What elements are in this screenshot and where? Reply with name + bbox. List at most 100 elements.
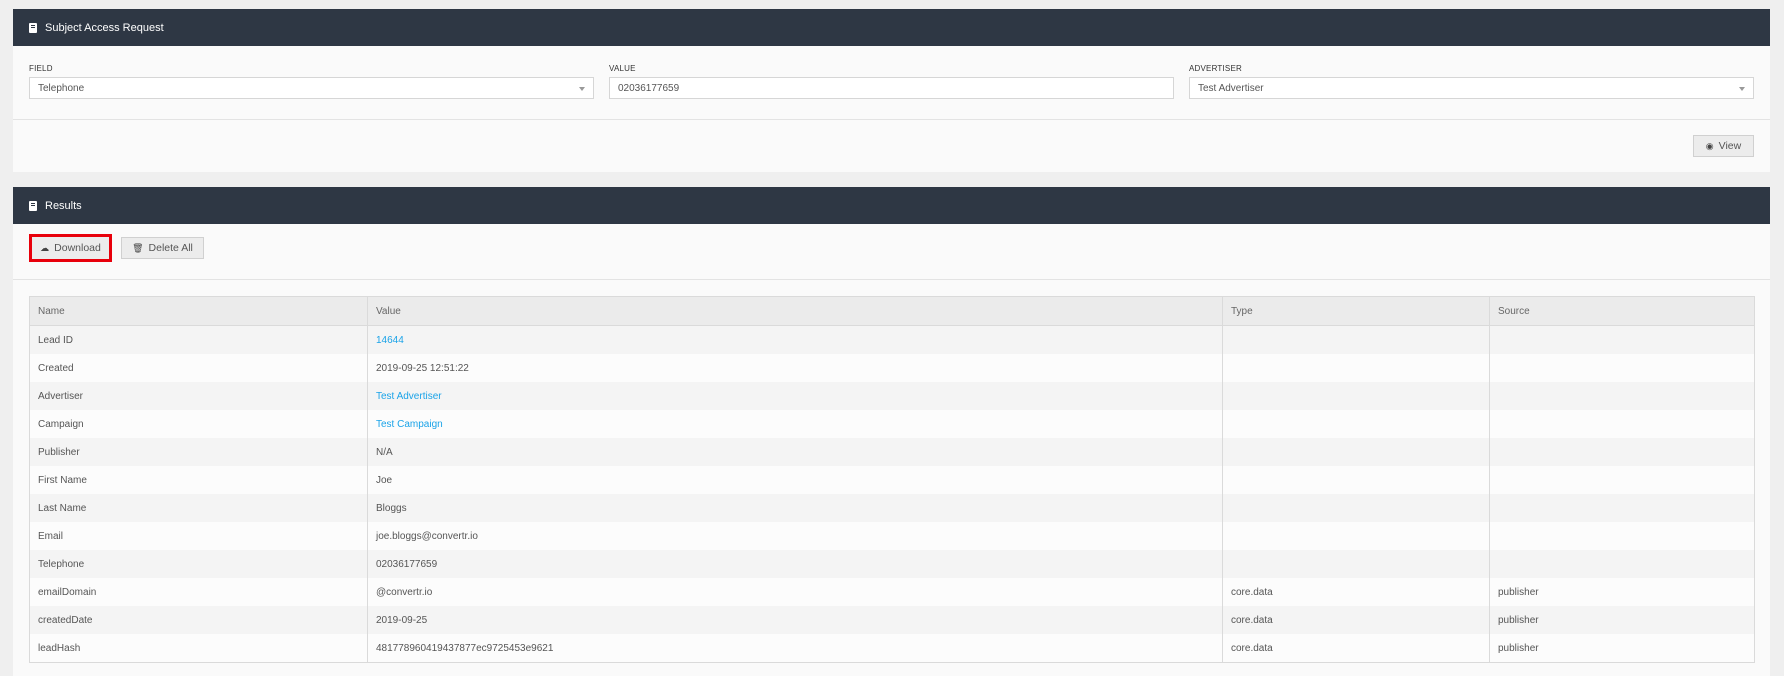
table-row: Last Name Bloggs [29, 494, 1755, 522]
value-input[interactable]: 02036177659 [609, 77, 1174, 99]
table-row: Lead ID 14644 [29, 325, 1755, 354]
cell-name: createdDate [29, 606, 368, 634]
cell-name: Campaign [29, 410, 368, 438]
table-row: createdDate 2019-09-25 core.data publish… [29, 606, 1755, 634]
trash-icon: 🗑 [132, 242, 144, 253]
cell-value: 2019-09-25 12:51:22 [367, 354, 1223, 382]
cell-source [1489, 382, 1755, 410]
table-row: Campaign Test Campaign [29, 410, 1755, 438]
results-panel-header: Results [13, 187, 1770, 224]
cell-source: publisher [1489, 578, 1755, 606]
cell-value: N/A [367, 438, 1223, 466]
field-label: FIELD [29, 64, 53, 73]
view-button-label: View [1718, 140, 1742, 152]
sar-panel-title: Subject Access Request [45, 21, 164, 34]
cell-name: emailDomain [29, 578, 368, 606]
cell-type [1222, 325, 1490, 354]
table-header-row: Name Value Type Source [29, 296, 1755, 326]
document-icon [29, 22, 37, 33]
cell-value: 02036177659 [367, 550, 1223, 578]
download-button[interactable]: ☁ Download [29, 234, 112, 262]
table-row: Created 2019-09-25 12:51:22 [29, 354, 1755, 382]
cell-name: Advertiser [29, 382, 368, 410]
cell-name: Last Name [29, 494, 368, 522]
cell-value: 2019-09-25 [367, 606, 1223, 634]
cell-value: Joe [367, 466, 1223, 494]
cell-type [1222, 382, 1490, 410]
cell-type: core.data [1222, 578, 1490, 606]
results-panel-title: Results [45, 199, 82, 212]
cell-type [1222, 494, 1490, 522]
cell-value: 14644 [367, 325, 1223, 354]
cell-value: Test Advertiser [367, 382, 1223, 410]
table-row: First Name Joe [29, 466, 1755, 494]
value-input-text: 02036177659 [618, 82, 680, 94]
advertiser-select[interactable]: Test Advertiser [1189, 77, 1754, 99]
advertiser-link[interactable]: Test Advertiser [376, 391, 442, 402]
advertiser-select-value: Test Advertiser [1198, 82, 1264, 94]
results-panel: Results ☁ Download 🗑 Delete All Name Val… [13, 187, 1770, 676]
cell-type [1222, 466, 1490, 494]
cell-name: Email [29, 522, 368, 550]
field-select-value: Telephone [38, 82, 85, 94]
cell-name: leadHash [29, 634, 368, 663]
table-row: Telephone 02036177659 [29, 550, 1755, 578]
value-label: VALUE [609, 64, 636, 73]
table-row: Advertiser Test Advertiser [29, 382, 1755, 410]
delete-all-button[interactable]: 🗑 Delete All [121, 237, 204, 259]
cell-type [1222, 410, 1490, 438]
advertiser-label: ADVERTISER [1189, 64, 1242, 73]
cell-name: Publisher [29, 438, 368, 466]
table-row: emailDomain @convertr.io core.data publi… [29, 578, 1755, 606]
column-header-type[interactable]: Type [1222, 296, 1490, 326]
document-icon [29, 200, 37, 211]
cell-source [1489, 550, 1755, 578]
results-table: Name Value Type Source Lead ID 14644 Cre… [29, 296, 1755, 663]
advertiser-group: ADVERTISER Test Advertiser [1189, 64, 1754, 99]
cell-source [1489, 325, 1755, 354]
cell-type: core.data [1222, 606, 1490, 634]
cell-source: publisher [1489, 634, 1755, 663]
cell-source [1489, 354, 1755, 382]
cell-source [1489, 438, 1755, 466]
cell-value: 481778960419437877ec9725453e9621 [367, 634, 1223, 663]
chevron-down-icon [579, 87, 585, 91]
column-header-name[interactable]: Name [29, 296, 368, 326]
cell-source [1489, 522, 1755, 550]
cell-name: Telephone [29, 550, 368, 578]
cell-name: Lead ID [29, 325, 368, 354]
cell-type: core.data [1222, 634, 1490, 663]
table-row: Email joe.bloggs@convertr.io [29, 522, 1755, 550]
eye-icon: ◉ [1705, 140, 1714, 151]
cell-name: First Name [29, 466, 368, 494]
cell-type [1222, 522, 1490, 550]
cell-value: @convertr.io [367, 578, 1223, 606]
cell-source [1489, 410, 1755, 438]
cell-value: Test Campaign [367, 410, 1223, 438]
sar-panel-header: Subject Access Request [13, 9, 1770, 46]
cell-type [1222, 354, 1490, 382]
subject-access-request-panel: Subject Access Request FIELD Telephone V… [13, 9, 1770, 172]
value-group: VALUE 02036177659 [609, 64, 1174, 99]
chevron-down-icon [1739, 87, 1745, 91]
download-button-label: Download [54, 242, 101, 254]
view-button[interactable]: ◉ View [1693, 135, 1754, 157]
field-group: FIELD Telephone [29, 64, 594, 99]
cell-type [1222, 438, 1490, 466]
cell-source [1489, 466, 1755, 494]
cell-type [1222, 550, 1490, 578]
field-select[interactable]: Telephone [29, 77, 594, 99]
table-row: Publisher N/A [29, 438, 1755, 466]
column-header-source[interactable]: Source [1489, 296, 1755, 326]
cloud-download-icon: ☁ [40, 242, 50, 253]
campaign-link[interactable]: Test Campaign [376, 419, 443, 430]
column-header-value[interactable]: Value [367, 296, 1223, 326]
cell-name: Created [29, 354, 368, 382]
cell-value: joe.bloggs@convertr.io [367, 522, 1223, 550]
cell-source [1489, 494, 1755, 522]
table-row: leadHash 481778960419437877ec9725453e962… [29, 634, 1755, 663]
cell-value: Bloggs [367, 494, 1223, 522]
delete-all-button-label: Delete All [148, 242, 193, 254]
cell-source: publisher [1489, 606, 1755, 634]
lead-id-link[interactable]: 14644 [376, 335, 404, 346]
